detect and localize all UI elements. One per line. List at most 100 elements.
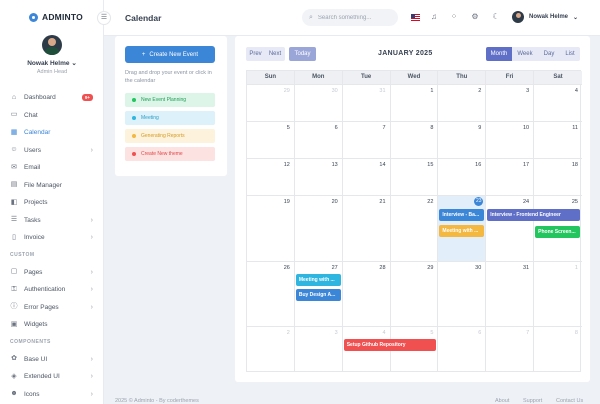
day-number[interactable]: 1: [575, 265, 578, 271]
search-input[interactable]: [317, 14, 388, 21]
day-number[interactable]: 6: [335, 125, 338, 131]
day-number[interactable]: 16: [475, 162, 481, 168]
calendar-day-cell[interactable]: 11: [534, 122, 582, 158]
calendar-day-cell[interactable]: 8: [391, 122, 439, 158]
sidebar-item-projects[interactable]: ◧ Projects: [0, 194, 104, 212]
calendar-day-cell[interactable]: 7: [343, 122, 391, 158]
calendar-day-cell[interactable]: 26: [247, 262, 295, 326]
calendar-day-cell[interactable]: 1: [391, 85, 439, 121]
day-number[interactable]: 15: [427, 162, 433, 168]
calendar-day-cell[interactable]: 10: [486, 122, 535, 158]
brand-logo[interactable]: ADMINTO: [29, 11, 83, 23]
draggable-event-create-new-theme[interactable]: Create New theme: [125, 147, 215, 161]
footer-link-contact[interactable]: Contact Us: [556, 398, 583, 404]
sidebar-item-invoice[interactable]: ▯ Invoice ›: [0, 229, 104, 247]
day-number[interactable]: 24: [523, 199, 529, 205]
day-number[interactable]: 5: [287, 125, 290, 131]
day-number[interactable]: 7: [382, 125, 385, 131]
topbar-user-menu[interactable]: Nowak Helme ⌄: [512, 11, 578, 23]
day-number[interactable]: 9: [478, 125, 481, 131]
day-number[interactable]: 14: [379, 162, 385, 168]
calendar-day-cell[interactable]: 30: [295, 85, 343, 121]
sidebar-item-pages[interactable]: ▢ Pages ›: [0, 264, 104, 282]
calendar-day-cell[interactable]: 16: [438, 159, 487, 195]
calendar-day-cell[interactable]: 12: [247, 159, 295, 195]
day-number[interactable]: 2: [478, 88, 481, 94]
draggable-event-meeting[interactable]: Meeting: [125, 111, 215, 125]
draggable-event-new-event-planning[interactable]: New Event Planning: [125, 93, 215, 107]
calendar-day-cell[interactable]: 13: [295, 159, 343, 195]
calendar-day-cell[interactable]: 6: [438, 327, 487, 372]
day-number[interactable]: 8: [430, 125, 433, 131]
sidebar-item-tasks[interactable]: ☰ Tasks ›: [0, 212, 104, 230]
calendar-day-cell[interactable]: 30: [438, 262, 487, 326]
menu-toggle-button[interactable]: ☰: [97, 11, 111, 25]
day-number[interactable]: 5: [430, 330, 433, 336]
sidebar-item-icons[interactable]: ☻ Icons ›: [0, 386, 104, 404]
calendar-day-cell[interactable]: 22: [391, 196, 439, 261]
calendar-event-interview-ba[interactable]: Interview - Ba...: [439, 209, 485, 221]
calendar-day-cell[interactable]: 17: [486, 159, 535, 195]
calendar-day-cell[interactable]: 8: [534, 327, 582, 372]
day-number[interactable]: 4: [382, 330, 385, 336]
day-number[interactable]: 4: [575, 88, 578, 94]
calendar-day-cell[interactable]: 21: [343, 196, 391, 261]
calendar-day-cell[interactable]: 20: [295, 196, 343, 261]
calendar-event-phone-screen[interactable]: Phone Screen...: [535, 226, 580, 238]
calendar-day-cell[interactable]: 2: [247, 327, 295, 372]
today-button[interactable]: Today: [289, 47, 316, 61]
view-month-button[interactable]: Month: [486, 47, 512, 61]
calendar-day-cell[interactable]: 4: [534, 85, 582, 121]
day-number[interactable]: 31: [379, 88, 385, 94]
day-number[interactable]: 12: [284, 162, 290, 168]
calendar-event-setup-github-repository[interactable]: Setup Github Repository: [343, 339, 437, 351]
day-number[interactable]: 22: [427, 199, 433, 205]
day-number[interactable]: 7: [526, 330, 529, 336]
day-number[interactable]: 3: [335, 330, 338, 336]
day-number[interactable]: 2: [287, 330, 290, 336]
day-number[interactable]: 11: [572, 125, 578, 131]
sidebar-item-widgets[interactable]: ▣ Widgets: [0, 316, 104, 334]
moon-icon[interactable]: ☾: [491, 12, 501, 22]
sidebar-item-chat[interactable]: ▭ Chat: [0, 107, 104, 125]
sidebar-item-dashboard[interactable]: ⌂ Dashboard 9+: [0, 89, 104, 107]
calendar-day-cell[interactable]: 29: [391, 262, 439, 326]
create-new-event-button[interactable]: + Create New Event: [125, 46, 215, 63]
calendar-day-cell[interactable]: 31: [343, 85, 391, 121]
day-number[interactable]: 29: [284, 88, 290, 94]
calendar-day-cell[interactable]: 18: [534, 159, 582, 195]
day-number[interactable]: 25: [572, 199, 578, 205]
settings-icon[interactable]: ⚙: [470, 12, 480, 22]
day-number[interactable]: 3: [526, 88, 529, 94]
day-number[interactable]: 30: [475, 265, 481, 271]
calendar-event-interview-frontend-engineer[interactable]: Interview - Frontend Engineer: [487, 209, 580, 221]
day-number[interactable]: 10: [523, 125, 529, 131]
day-number[interactable]: 13: [332, 162, 338, 168]
calendar-day-cell[interactable]: 7: [486, 327, 535, 372]
footer-link-about[interactable]: About: [495, 398, 509, 404]
prev-button[interactable]: Prev: [246, 47, 265, 61]
day-number[interactable]: 6: [478, 330, 481, 336]
day-number[interactable]: 1: [430, 88, 433, 94]
calendar-day-cell[interactable]: 24: [486, 196, 535, 261]
calendar-day-cell[interactable]: 28: [343, 262, 391, 326]
view-day-button[interactable]: Day: [538, 47, 560, 61]
apps-icon[interactable]: ⁘: [449, 12, 459, 22]
view-list-button[interactable]: List: [560, 47, 580, 61]
calendar-event-meeting-with[interactable]: Meeting with ...: [439, 225, 485, 237]
sidebar-item-file-manager[interactable]: ▤ File Manager: [0, 177, 104, 195]
calendar-day-cell[interactable]: 6: [295, 122, 343, 158]
calendar-event-meeting-with[interactable]: Meeting with ...: [295, 274, 341, 286]
day-number[interactable]: 29: [427, 265, 433, 271]
day-number[interactable]: 26: [284, 265, 290, 271]
us-flag-icon[interactable]: [411, 14, 420, 21]
day-number[interactable]: 28: [379, 265, 385, 271]
calendar-day-cell[interactable]: 19: [247, 196, 295, 261]
day-number[interactable]: 21: [379, 199, 385, 205]
bell-icon[interactable]: ♫: [429, 12, 439, 22]
calendar-day-cell[interactable]: 14: [343, 159, 391, 195]
day-number[interactable]: 18: [572, 162, 578, 168]
calendar-day-cell[interactable]: 9: [438, 122, 487, 158]
next-button[interactable]: Next: [265, 47, 285, 61]
sidebar-item-extended-ui[interactable]: ◈ Extended UI ›: [0, 368, 104, 386]
